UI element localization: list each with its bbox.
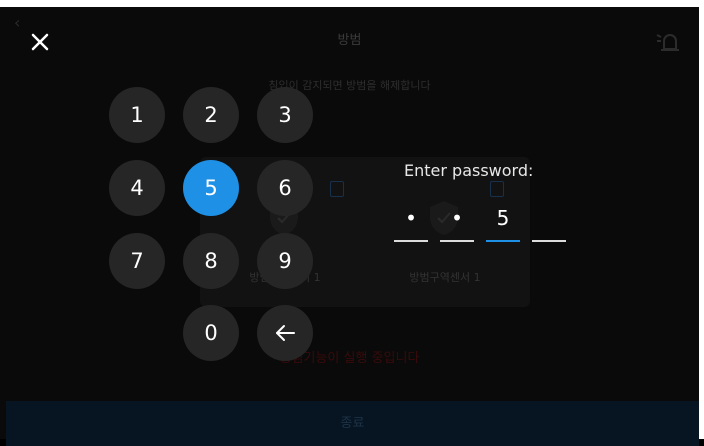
key-9[interactable]: 9 xyxy=(257,233,313,289)
left-arrow-icon xyxy=(276,325,295,341)
password-slot-char: 5 xyxy=(496,206,510,230)
key-6[interactable]: 6 xyxy=(257,160,313,216)
background-title: 방범 xyxy=(337,33,362,48)
password-slot-1: • xyxy=(394,200,428,242)
alarm-bell-icon xyxy=(656,34,679,51)
key-0[interactable]: 0 xyxy=(183,305,239,361)
window-right-border xyxy=(699,0,704,439)
background-warning-text: 방범기능이 실행 중입니다 xyxy=(279,351,420,366)
key-2[interactable]: 2 xyxy=(183,87,239,143)
password-slot-3: 5 xyxy=(486,200,520,242)
sensor-tag-icon xyxy=(330,181,344,197)
key-5[interactable]: 5 xyxy=(183,160,239,216)
password-slot-underline xyxy=(486,240,520,242)
window-top-border xyxy=(0,0,704,7)
close-icon xyxy=(31,33,49,51)
password-slot-2: • xyxy=(440,200,474,242)
background-subtitle: 침입이 감지되면 방범을 해제합니다 xyxy=(268,79,431,92)
background-footer-label: 종료 xyxy=(340,416,365,431)
password-slot-underline xyxy=(394,240,428,242)
password-slot-char: • xyxy=(405,206,417,230)
password-slot-char: • xyxy=(451,206,463,230)
password-prompt-label: Enter password: xyxy=(404,161,534,180)
key-3[interactable]: 3 xyxy=(257,87,313,143)
sensor-tag-icon xyxy=(490,181,504,197)
background-sensor-label: 방범구역센서 1 xyxy=(409,271,481,284)
key-7[interactable]: 7 xyxy=(109,233,165,289)
key-1[interactable]: 1 xyxy=(109,87,165,143)
password-slot-4 xyxy=(532,200,566,242)
key-8[interactable]: 8 xyxy=(183,233,239,289)
password-slot-underline xyxy=(532,240,566,242)
background-screen: ‹ 방범 침입이 감지되면 방범을 해제합니다 방범구역센서 1 방범구역센서 … xyxy=(0,7,699,446)
backspace-button[interactable] xyxy=(257,305,313,361)
password-slot-underline xyxy=(440,240,474,242)
background-footer-button: 종료 xyxy=(6,401,699,446)
key-4[interactable]: 4 xyxy=(109,160,165,216)
close-button[interactable] xyxy=(28,30,52,54)
